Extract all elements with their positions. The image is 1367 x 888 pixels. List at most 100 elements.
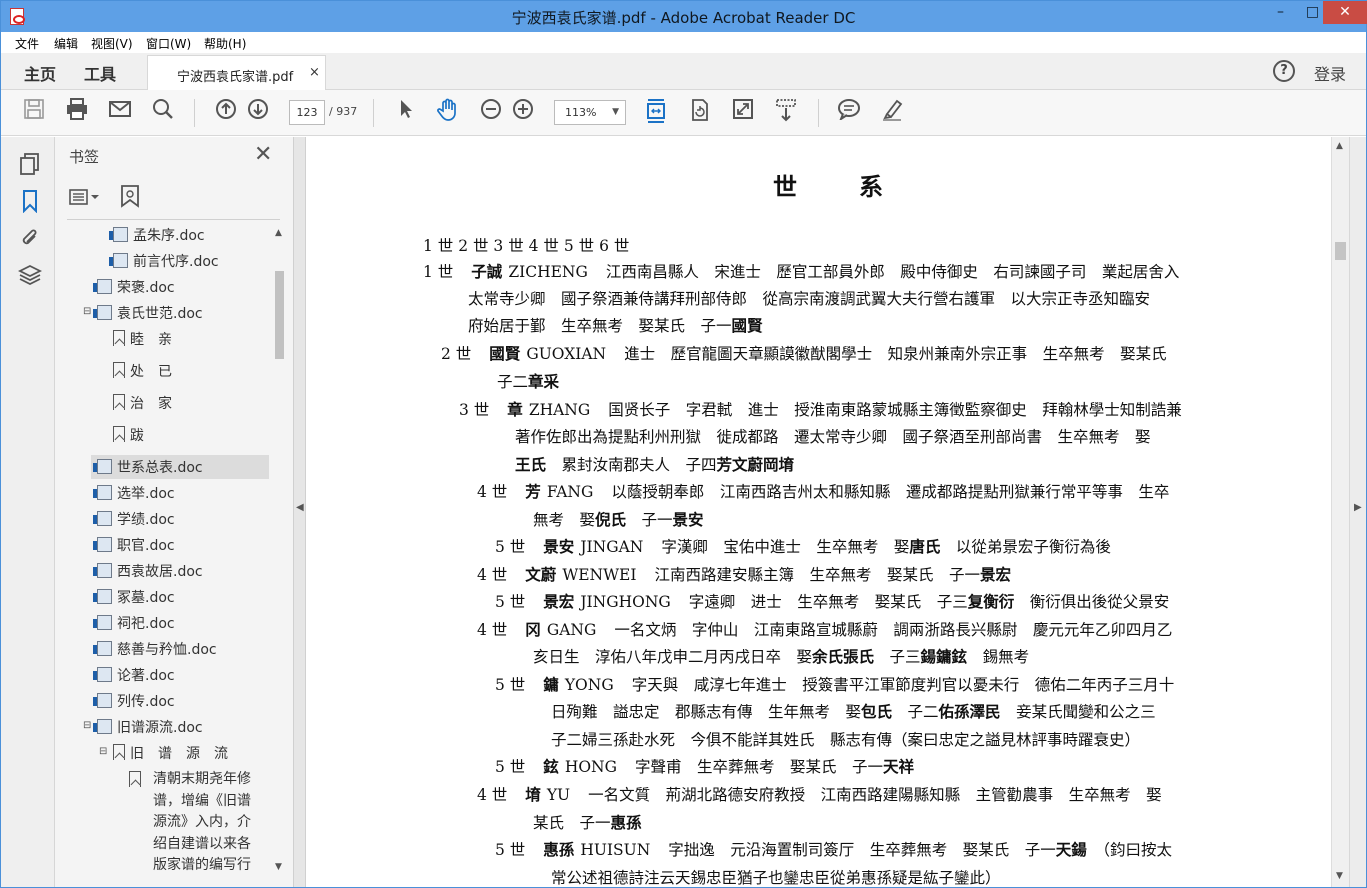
search-icon[interactable] xyxy=(149,98,177,126)
collapse-toggle-icon[interactable]: ⊟ xyxy=(99,746,107,757)
bookmark-item[interactable]: 西袁故居.doc xyxy=(93,561,203,585)
layers-icon[interactable] xyxy=(17,263,43,287)
bookmark-item[interactable]: 孟朱序.doc xyxy=(109,225,205,249)
close-tab-icon[interactable]: × xyxy=(309,65,320,80)
collapse-left-icon[interactable]: ◀ xyxy=(296,502,304,513)
print-icon[interactable] xyxy=(63,98,91,126)
text-fragment: 子二婦三孫赴水死 今俱不能詳其姓氏 縣志有傳（案曰忠定之謚見林評事時躍衰史） xyxy=(551,731,1141,749)
text-fragment: 唐氏 xyxy=(909,537,941,556)
bookmark-scroll-thumb[interactable] xyxy=(275,271,284,359)
document-scroll-thumb[interactable] xyxy=(1335,242,1346,260)
bookmark-item[interactable]: 学绩.doc xyxy=(93,509,175,533)
bookmark-item[interactable]: 祠祀.doc xyxy=(93,613,175,637)
close-panel-icon[interactable]: ✕ xyxy=(254,142,272,167)
bookmarks-title: 书签 xyxy=(69,148,100,166)
select-cursor-icon[interactable] xyxy=(392,98,420,126)
scroll-down-icon[interactable]: ▼ xyxy=(275,862,282,872)
text-fragment: JINGAN xyxy=(580,538,644,556)
bookmark-icon xyxy=(113,744,125,760)
page-down-icon[interactable] xyxy=(244,98,272,126)
toolbar: 123 / 937 113% ▼ xyxy=(1,90,1366,136)
fullscreen-icon[interactable] xyxy=(729,98,757,126)
text-fragment: 余氏張氏 xyxy=(812,647,875,666)
bookmark-scrollbar[interactable]: ▲ ▼ xyxy=(272,226,286,881)
doc-bookmark-icon xyxy=(93,459,112,474)
right-pane-toggle[interactable]: ▶ xyxy=(1349,137,1366,887)
text-fragment: 天鍚 xyxy=(1055,840,1087,859)
bookmark-item[interactable]: 处 已 xyxy=(113,361,172,385)
bookmark-item[interactable]: 荣褒.doc xyxy=(93,277,175,301)
text-fragment: 府始居于鄞 生卒無考 娶某氏 子一 xyxy=(468,317,732,335)
doc-bookmark-icon xyxy=(93,589,112,604)
close-window-button[interactable]: ✕ xyxy=(1323,1,1367,24)
bookmark-item[interactable]: 职官.doc xyxy=(93,535,175,559)
text-fragment: 一名文炳 字仲山 江南東路宣城縣蔚 調兩浙路長兴縣尉 慶元元年乙卯四月乙 xyxy=(614,621,1173,639)
menu-view[interactable]: 视图(V) xyxy=(91,35,133,52)
attachments-icon[interactable] xyxy=(18,226,42,250)
document-scrollbar[interactable]: ▲ ▼ xyxy=(1331,137,1349,887)
highlight-icon[interactable] xyxy=(878,98,906,126)
tab-document[interactable]: 宁波西袁氏家谱.pdf × xyxy=(147,55,326,91)
text-fragment: 鉉 xyxy=(543,757,559,776)
fit-page-icon[interactable] xyxy=(642,98,670,126)
page-up-icon[interactable] xyxy=(212,98,240,126)
text-fragment: 字天與 咸淳七年進士 授簽書平江軍節度判官以憂未行 德佑二年丙子三月十 xyxy=(631,676,1175,694)
scroll-down-icon[interactable]: ▼ xyxy=(1336,871,1343,881)
text-fragment: 堉 xyxy=(525,785,541,804)
mail-icon[interactable] xyxy=(106,98,134,126)
scroll-mode-icon[interactable] xyxy=(772,98,800,126)
bookmark-item[interactable]: 治 家 xyxy=(113,393,172,417)
menu-help[interactable]: 帮助(H) xyxy=(204,35,246,52)
find-bookmark-icon[interactable] xyxy=(117,184,143,215)
text-fragment: 鍚鏞鉉 xyxy=(920,647,968,666)
bookmark-item[interactable]: 跋 xyxy=(113,425,144,449)
bookmark-item[interactable]: 旧谱源流.doc xyxy=(93,717,203,741)
page-number-input[interactable]: 123 xyxy=(289,100,325,125)
bookmark-item[interactable]: 慈善与矜恤.doc xyxy=(93,639,217,663)
collapse-toggle-icon[interactable]: ⊟ xyxy=(83,720,91,731)
menu-window[interactable]: 窗口(W) xyxy=(146,35,191,52)
login-button[interactable]: 登录 xyxy=(1314,61,1346,85)
bookmark-options-button[interactable] xyxy=(69,187,105,209)
bookmark-item[interactable]: 睦 亲 xyxy=(113,329,172,353)
text-fragment: 倪氏 xyxy=(595,510,627,529)
minimize-button[interactable]: – xyxy=(1264,1,1297,24)
comment-icon[interactable] xyxy=(835,98,863,126)
bookmark-note-text: 清朝末期尧年修 谱，增编《旧谱 源流》入内，介 绍自建谱以来各 版家谱的编写行 xyxy=(153,771,251,873)
menu-file[interactable]: 文件 xyxy=(15,35,39,52)
help-icon[interactable]: ? xyxy=(1273,60,1295,82)
collapse-toggle-icon[interactable]: ⊟ xyxy=(83,306,91,317)
panel-splitter[interactable]: ◀ xyxy=(293,137,306,887)
hand-icon[interactable] xyxy=(434,98,462,126)
rotate-icon[interactable] xyxy=(686,98,714,126)
expand-right-icon[interactable]: ▶ xyxy=(1354,502,1362,513)
document-page[interactable]: 世系 1 世 2 世 3 世 4 世 5 世 6 世 1 世子誠 ZICHENG 江… xyxy=(306,137,1331,887)
save-icon[interactable] xyxy=(20,98,48,126)
scroll-up-icon[interactable]: ▲ xyxy=(275,228,282,238)
bookmark-item[interactable]: 袁氏世范.doc xyxy=(93,303,203,327)
bookmark-item[interactable]: 选举.doc xyxy=(93,483,175,507)
bookmark-item[interactable]: 论著.doc xyxy=(93,665,175,689)
zoom-in-icon[interactable] xyxy=(509,98,537,126)
tab-tools[interactable]: 工具 xyxy=(84,61,116,85)
tab-home[interactable]: 主页 xyxy=(24,61,56,85)
bookmark-item[interactable]: 旧 谱 源 流 xyxy=(113,743,228,767)
text-fragment: 惠孫 xyxy=(543,840,575,859)
bookmark-item[interactable]: 前言代序.doc xyxy=(109,251,219,275)
bookmark-icon xyxy=(113,426,125,442)
text-fragment: JINGHONG xyxy=(580,593,671,611)
page-thumbnails-icon[interactable] xyxy=(18,152,42,176)
text-fragment: 天祥 xyxy=(883,757,915,776)
bookmarks-icon[interactable] xyxy=(18,189,42,214)
zoom-level-select[interactable]: 113% ▼ xyxy=(554,100,626,125)
text-fragment: FANG xyxy=(546,483,594,501)
bookmark-item[interactable]: 冢墓.doc xyxy=(93,587,175,611)
zoom-out-icon[interactable] xyxy=(477,98,505,126)
bookmark-item[interactable]: 列传.doc xyxy=(93,691,175,715)
scroll-up-icon[interactable]: ▲ xyxy=(1336,141,1343,151)
bookmark-tree: 孟朱序.doc 前言代序.doc 荣褒.doc ⊟ 袁氏世范.doc 睦 亲 处… xyxy=(55,223,287,883)
bookmark-item-selected[interactable]: 世系总表.doc xyxy=(91,455,269,479)
menu-edit[interactable]: 编辑 xyxy=(54,35,78,52)
chevron-down-icon: ▼ xyxy=(612,107,619,117)
document-tab-label: 宁波西袁氏家谱.pdf xyxy=(177,70,294,85)
